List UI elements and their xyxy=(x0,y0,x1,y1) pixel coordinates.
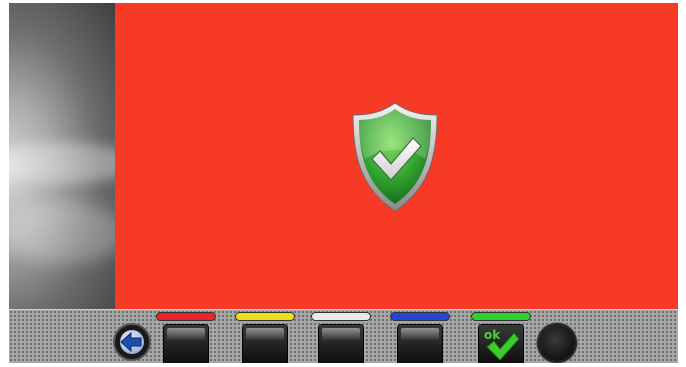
panel-sheen xyxy=(9,203,129,263)
red-function-key[interactable] xyxy=(164,325,208,363)
green-ok-key[interactable]: ok xyxy=(479,325,523,363)
key-gloss xyxy=(167,328,205,340)
red-indicator-bar xyxy=(157,313,215,320)
yellow-function-key[interactable] xyxy=(243,325,287,363)
key-gloss xyxy=(246,328,284,340)
screen: ok xyxy=(0,0,686,367)
white-function-key-slot xyxy=(312,313,370,363)
function-key-toolbar: ok xyxy=(9,309,678,363)
yellow-indicator-bar xyxy=(236,313,294,320)
blue-function-key[interactable] xyxy=(398,325,442,363)
round-button[interactable] xyxy=(539,325,575,361)
blue-indicator-bar xyxy=(391,313,449,320)
key-gloss xyxy=(322,328,360,340)
key-gloss xyxy=(401,328,439,340)
green-indicator-bar xyxy=(472,313,530,320)
back-button[interactable] xyxy=(115,325,149,359)
green-ok-key-slot: ok xyxy=(472,313,530,363)
arrow-left-icon xyxy=(120,331,142,353)
shield-check-icon xyxy=(352,102,438,212)
checkmark-icon xyxy=(486,332,520,361)
blue-function-key-slot xyxy=(391,313,449,363)
white-function-key[interactable] xyxy=(319,325,363,363)
red-function-key-slot xyxy=(157,313,215,363)
yellow-function-key-slot xyxy=(236,313,294,363)
white-indicator-bar xyxy=(312,313,370,320)
display-frame: ok xyxy=(9,3,678,363)
status-panel xyxy=(115,3,678,309)
left-side-panel xyxy=(9,3,139,309)
